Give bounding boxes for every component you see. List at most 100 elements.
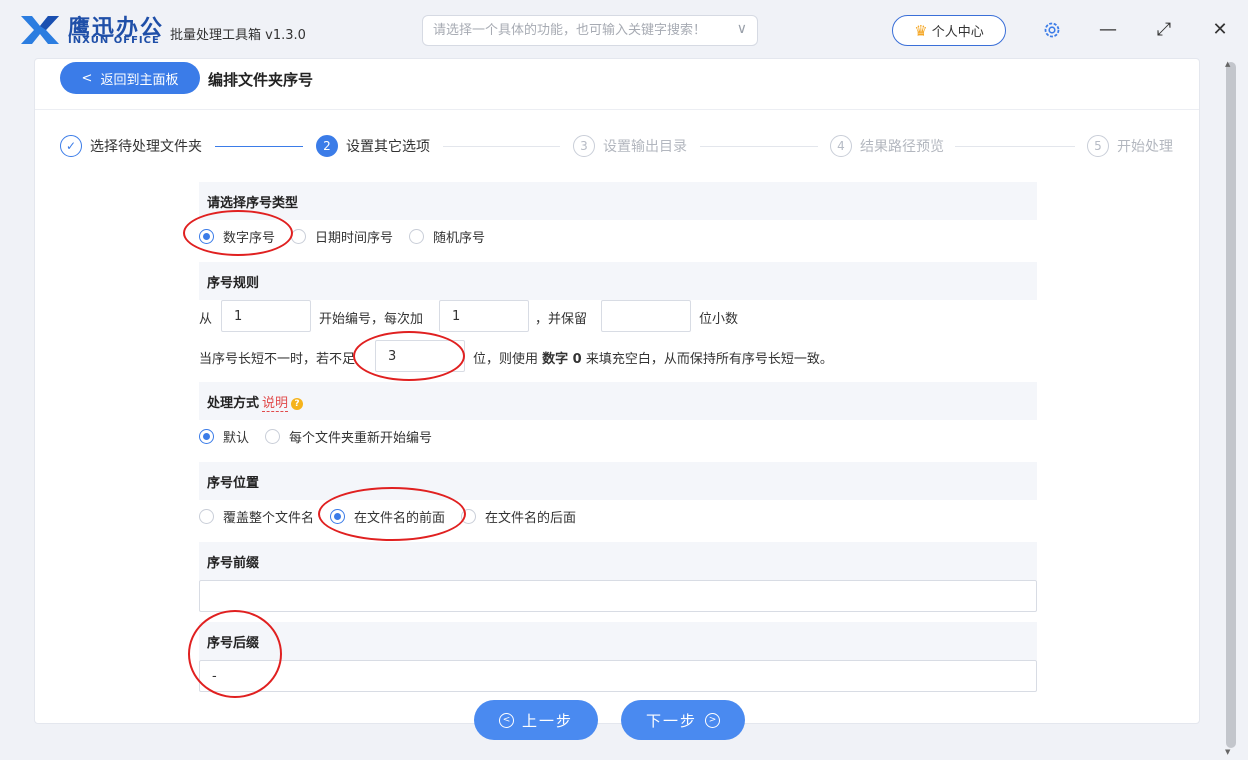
radio-after-name[interactable]: 在文件名的后面 (461, 507, 576, 526)
step-4: 4 结果路径预览 (830, 134, 944, 158)
divider (35, 109, 1199, 110)
from-label: 从 (199, 312, 213, 327)
close-button[interactable]: ✕ (1208, 18, 1232, 42)
next-step-label: 下一步 (645, 711, 697, 730)
radio-dot[interactable] (461, 509, 477, 524)
help-link[interactable]: 说明 (262, 396, 289, 412)
scroll-down-icon[interactable]: ▼ (1225, 748, 1230, 756)
radio-label: 在文件名的后面 (485, 511, 577, 526)
radio-label: 每个文件夹重新开始编号 (289, 431, 433, 446)
step-2: 2 设置其它选项 (316, 134, 430, 158)
arrow-right-icon: > (705, 712, 720, 728)
radio-label: 默认 (223, 431, 250, 446)
radio-label: 随机序号 (433, 231, 486, 246)
pad-bold-text: 数字 0 (542, 352, 582, 367)
radio-overwrite[interactable]: 覆盖整个文件名 (199, 507, 314, 526)
title-bar: 鹰迅办公 INXUN OFFICE 批量处理工具箱 v1.3.0 ∨ ♛ 个人中… (0, 0, 1248, 60)
start-number-field[interactable] (221, 300, 311, 332)
page-title: 编排文件夹序号 (208, 71, 314, 89)
step-number-input[interactable] (440, 301, 528, 331)
section-number-type: 请选择序号类型 (199, 182, 1037, 220)
radio-label: 日期时间序号 (315, 231, 394, 246)
step-label: 结果路径预览 (860, 139, 944, 155)
radio-dot[interactable] (199, 429, 214, 444)
user-center-button[interactable]: ♛ 个人中心 (892, 15, 1006, 46)
app-title: 批量处理工具箱 v1.3.0 (170, 28, 306, 43)
section-number-rule: 序号规则 (199, 262, 1037, 300)
number-type-options: 数字序号 日期时间序号 随机序号 (199, 227, 501, 246)
radio-before-name[interactable]: 在文件名的前面 (330, 507, 445, 526)
pad-length-field[interactable] (375, 340, 465, 372)
step-number-field[interactable] (439, 300, 529, 332)
user-center-label: 个人中心 (931, 25, 984, 40)
start-number-input[interactable] (222, 301, 310, 331)
step-connector (215, 146, 303, 147)
radio-dot[interactable] (199, 509, 214, 524)
crown-icon: ♛ (914, 21, 928, 40)
inxun-logo-icon (21, 16, 59, 44)
section-title: 处理方式 (207, 396, 260, 411)
radio-numeric[interactable]: 数字序号 (199, 227, 275, 246)
scrollbar-thumb[interactable] (1226, 62, 1236, 748)
radio-default[interactable]: 默认 (199, 427, 249, 446)
step-connector (955, 146, 1075, 147)
search-box[interactable]: ∨ (422, 15, 758, 46)
back-button-label: 返回到主面板 (100, 72, 179, 88)
step-connector (443, 146, 560, 147)
keep-text: ，并保留 (535, 312, 588, 327)
radio-dot[interactable] (330, 509, 346, 524)
pad-suffix-2: 来填充空白，从而保持所有序号长短一致。 (585, 352, 833, 367)
step-label: 开始处理 (1117, 139, 1173, 155)
prefix-input[interactable] (200, 581, 1036, 611)
step-connector (700, 146, 818, 147)
pad-length-input[interactable] (376, 341, 464, 371)
section-prefix: 序号前缀 (199, 542, 1037, 580)
scroll-up-icon[interactable]: ▲ (1225, 60, 1230, 68)
help-icon[interactable]: ? (291, 398, 304, 410)
decimals-input[interactable] (602, 301, 690, 331)
main-panel: < 返回到主面板 编排文件夹序号 ✓ 选择待处理文件夹 2 设置其它选项 3 设… (34, 58, 1200, 724)
section-process-mode: 处理方式 说明? (199, 382, 1037, 420)
radio-label: 数字序号 (223, 231, 276, 246)
radio-datetime[interactable]: 日期时间序号 (291, 227, 393, 246)
radio-restart-each-folder[interactable]: 每个文件夹重新开始编号 (265, 427, 432, 446)
search-input[interactable] (423, 16, 723, 45)
radio-random[interactable]: 随机序号 (409, 227, 485, 246)
maximize-button[interactable]: ⤢ (1152, 18, 1176, 42)
minimize-button[interactable]: — (1096, 18, 1120, 42)
prefix-field[interactable] (199, 580, 1037, 612)
step-number: 2 (316, 135, 338, 157)
radio-label: 在文件名的前面 (354, 511, 446, 526)
suffix-input[interactable] (200, 661, 1036, 691)
suffix-field[interactable] (199, 660, 1037, 692)
arrow-left-icon: < (498, 712, 514, 728)
radio-label: 覆盖整个文件名 (223, 511, 315, 526)
process-mode-options: 默认 每个文件夹重新开始编号 (199, 427, 448, 446)
step-number: 5 (1087, 135, 1109, 157)
brand-name-en: INXUN OFFICE (68, 35, 160, 46)
step-number: 3 (573, 135, 595, 157)
back-to-home-button[interactable]: < 返回到主面板 (60, 62, 200, 94)
next-step-button[interactable]: 下一步 > (621, 700, 745, 740)
previous-step-button[interactable]: < 上一步 (474, 700, 598, 740)
step-label: 选择待处理文件夹 (90, 139, 202, 155)
radio-dot[interactable] (409, 229, 425, 244)
previous-step-label: 上一步 (521, 711, 573, 730)
step-3: 3 设置输出目录 (573, 134, 687, 158)
position-options: 覆盖整个文件名 在文件名的前面 在文件名的后面 (199, 507, 592, 526)
pad-suffix-1: 位，则使用 (473, 352, 539, 367)
section-number-position: 序号位置 (199, 462, 1037, 500)
radio-dot[interactable] (291, 229, 307, 244)
decimals-text: 位小数 (699, 312, 739, 327)
radio-dot[interactable] (199, 229, 214, 244)
gear-icon[interactable] (1042, 20, 1062, 40)
check-icon: ✓ (60, 135, 82, 157)
step-5: 5 开始处理 (1087, 134, 1173, 158)
start-text: 开始编号，每次加 (319, 312, 424, 327)
pad-suffix-text: 位，则使用 数字 0 来填充空白，从而保持所有序号长短一致。 (473, 348, 833, 367)
pad-prefix-text: 当序号长短不一时，若不足 (199, 352, 356, 367)
chevron-down-icon[interactable]: ∨ (737, 21, 747, 37)
decimals-field[interactable] (601, 300, 691, 332)
radio-dot[interactable] (265, 429, 281, 444)
chevron-left-icon: < (81, 70, 93, 86)
